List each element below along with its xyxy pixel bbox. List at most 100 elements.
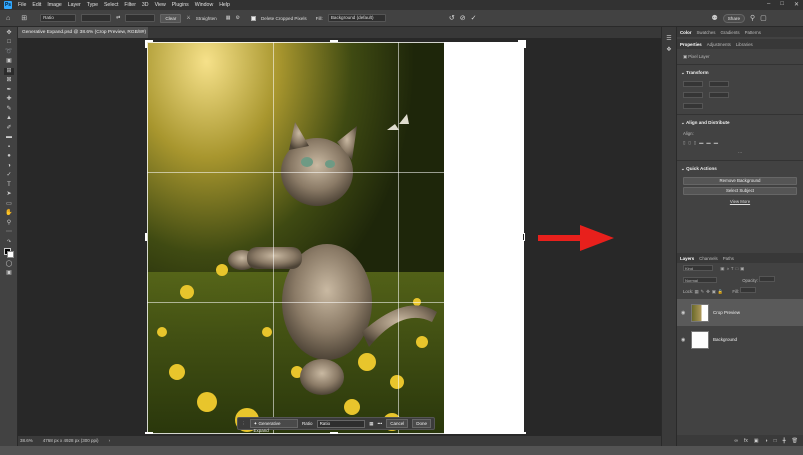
menu-select[interactable]: Select (104, 2, 118, 8)
search-icon[interactable]: ⚲ (750, 14, 755, 22)
tab-layers[interactable]: Layers (680, 256, 694, 261)
crop-handle-top-left-v[interactable] (145, 40, 147, 48)
delete-cropped-checkbox[interactable] (250, 15, 256, 21)
straighten-label[interactable]: Straighten (196, 16, 217, 21)
brush-tool-icon[interactable]: ✎ (4, 106, 14, 113)
path-select-icon[interactable]: ➤ (4, 191, 14, 198)
view-more-link[interactable]: View More (677, 197, 803, 206)
opacity-field[interactable] (759, 276, 776, 282)
tab-adjustments[interactable]: Adjustments (707, 42, 731, 47)
menu-view[interactable]: View (155, 2, 166, 8)
add-mask-icon[interactable]: ▣ (754, 438, 759, 444)
crop-handle-top-middle[interactable] (330, 40, 338, 42)
menu-file[interactable]: File (18, 2, 26, 8)
crop-tool-icon[interactable]: ⊞ (21, 14, 27, 22)
more-options-button[interactable]: ••• (377, 421, 382, 426)
history-panel-icon[interactable]: ☰ (662, 35, 676, 42)
document-tab[interactable]: Generative Expand.psd @ 38.6% (Crop Prev… (18, 27, 148, 46)
transform-section[interactable]: ⌄ Transform (677, 67, 803, 79)
blend-mode-select[interactable]: Normal (683, 277, 717, 283)
close-icon[interactable]: ✕ (794, 1, 799, 8)
type-tool-icon[interactable]: T (4, 182, 14, 189)
drag-handle-icon[interactable]: ⋮ (241, 421, 246, 427)
crop-handle-left-middle[interactable] (145, 233, 147, 241)
lock-icons[interactable]: ▦✎✥▣🔒 (694, 289, 725, 294)
eraser-tool-icon[interactable]: ▬ (4, 134, 14, 141)
generative-expand-button[interactable]: ✦ Generative Expand (249, 419, 299, 433)
undo-icon[interactable]: ↺ (449, 14, 455, 22)
menu-plugins[interactable]: Plugins (172, 2, 189, 8)
crop-handle-bottom-middle[interactable] (330, 432, 338, 434)
tab-swatches[interactable]: Swatches (696, 30, 715, 35)
transform-x-field[interactable] (709, 81, 729, 87)
menu-image[interactable]: Image (47, 2, 61, 8)
trash-icon[interactable]: 🗑 (792, 438, 798, 444)
rectangle-tool-icon[interactable]: ▭ (4, 201, 14, 208)
height-field[interactable] (125, 14, 156, 22)
crop-handle-top-right-v[interactable] (524, 40, 526, 48)
zoom-level[interactable]: 38.6% (20, 436, 33, 446)
straighten-icon[interactable]: ⚔ (186, 15, 190, 21)
quick-actions-section[interactable]: ⌄ Quick Actions (677, 163, 803, 175)
screen-mode-icon[interactable]: ▣ (4, 270, 14, 277)
link-layers-icon[interactable]: ∞ (734, 438, 738, 444)
menu-help[interactable]: Help (219, 2, 230, 8)
transform-angle-field[interactable] (683, 103, 703, 109)
grid-overlay-icon[interactable]: ▦ (226, 15, 231, 21)
cancel-icon[interactable]: ⊘ (460, 14, 466, 22)
marquee-tool-icon[interactable]: □ (4, 39, 14, 46)
align-section[interactable]: ⌄ Align and Distribute (677, 117, 803, 129)
move-tool-icon[interactable]: ✥ (4, 30, 14, 37)
frame-tool-icon[interactable]: ⊠ (4, 77, 14, 84)
status-arrow-icon[interactable]: › (109, 436, 111, 446)
workspace-icon[interactable]: ▢ (760, 14, 767, 22)
crop-handle-bottom-left[interactable] (145, 432, 153, 434)
cancel-button[interactable]: Cancel (386, 419, 409, 428)
menu-edit[interactable]: Edit (32, 2, 41, 8)
swap-icon[interactable]: ⇄ (116, 15, 120, 21)
tab-gradients[interactable]: Gradients (721, 30, 740, 35)
fx-icon[interactable]: fx (744, 438, 748, 444)
commit-check-icon[interactable]: ✓ (471, 14, 477, 22)
swap-colors-icon[interactable]: ↷ (4, 239, 14, 246)
color-swatches-icon[interactable] (4, 248, 14, 258)
healing-brush-icon[interactable]: ✚ (4, 96, 14, 103)
tab-channels[interactable]: Channels (699, 256, 718, 261)
menu-filter[interactable]: Filter (124, 2, 136, 8)
tab-libraries[interactable]: Libraries (736, 42, 753, 47)
hand-tool-icon[interactable]: ✋ (4, 210, 14, 217)
crop-tool-icon[interactable]: ⊞ (4, 67, 14, 75)
object-select-tool-icon[interactable]: ▣ (4, 58, 14, 65)
remove-background-button[interactable]: Remove Background (683, 177, 797, 185)
filter-icons[interactable]: ▣◑T□▣ (720, 266, 746, 271)
align-more-icon[interactable]: ⋯ (677, 148, 803, 158)
kind-filter[interactable]: Kind (683, 265, 713, 271)
zoom-tool-icon[interactable]: ⚲ (4, 220, 14, 227)
fill-select[interactable]: Background (default) (327, 14, 386, 22)
tab-patterns[interactable]: Patterns (745, 30, 761, 35)
menu-layer[interactable]: Layer (68, 2, 81, 8)
pen-tool-icon[interactable]: ✓ (4, 172, 14, 179)
new-group-icon[interactable]: □ (774, 438, 777, 444)
ratio-select[interactable]: Ratio (40, 14, 77, 22)
transform-y-field[interactable] (709, 92, 729, 98)
menu-window[interactable]: Window (195, 2, 213, 8)
home-icon[interactable]: ⌂ (6, 15, 10, 22)
brush-settings-icon[interactable]: ❖ (662, 46, 676, 53)
eye-icon[interactable]: ◉ (681, 337, 687, 343)
menu-3d[interactable]: 3D (142, 2, 149, 8)
share-button[interactable]: Share (722, 13, 745, 23)
learn-icon[interactable]: ⚉ (711, 14, 717, 22)
layer-name[interactable]: Background (713, 337, 737, 342)
layer-name[interactable]: Crop Preview (713, 310, 740, 315)
more-tools-icon[interactable]: ⋯ (4, 229, 14, 236)
quick-mask-icon[interactable]: ◯ (4, 261, 14, 268)
select-subject-button[interactable]: Select Subject (683, 187, 797, 195)
clear-button[interactable]: Clear (160, 13, 182, 23)
lasso-tool-icon[interactable]: ➰ (4, 49, 14, 56)
gradient-tool-icon[interactable]: ▪ (4, 144, 14, 151)
adjustment-layer-icon[interactable]: ◑ (765, 438, 768, 444)
gear-icon[interactable]: ⚙ (235, 15, 239, 21)
tab-paths[interactable]: Paths (723, 256, 734, 261)
crop-handle-bottom-right[interactable] (518, 432, 526, 434)
